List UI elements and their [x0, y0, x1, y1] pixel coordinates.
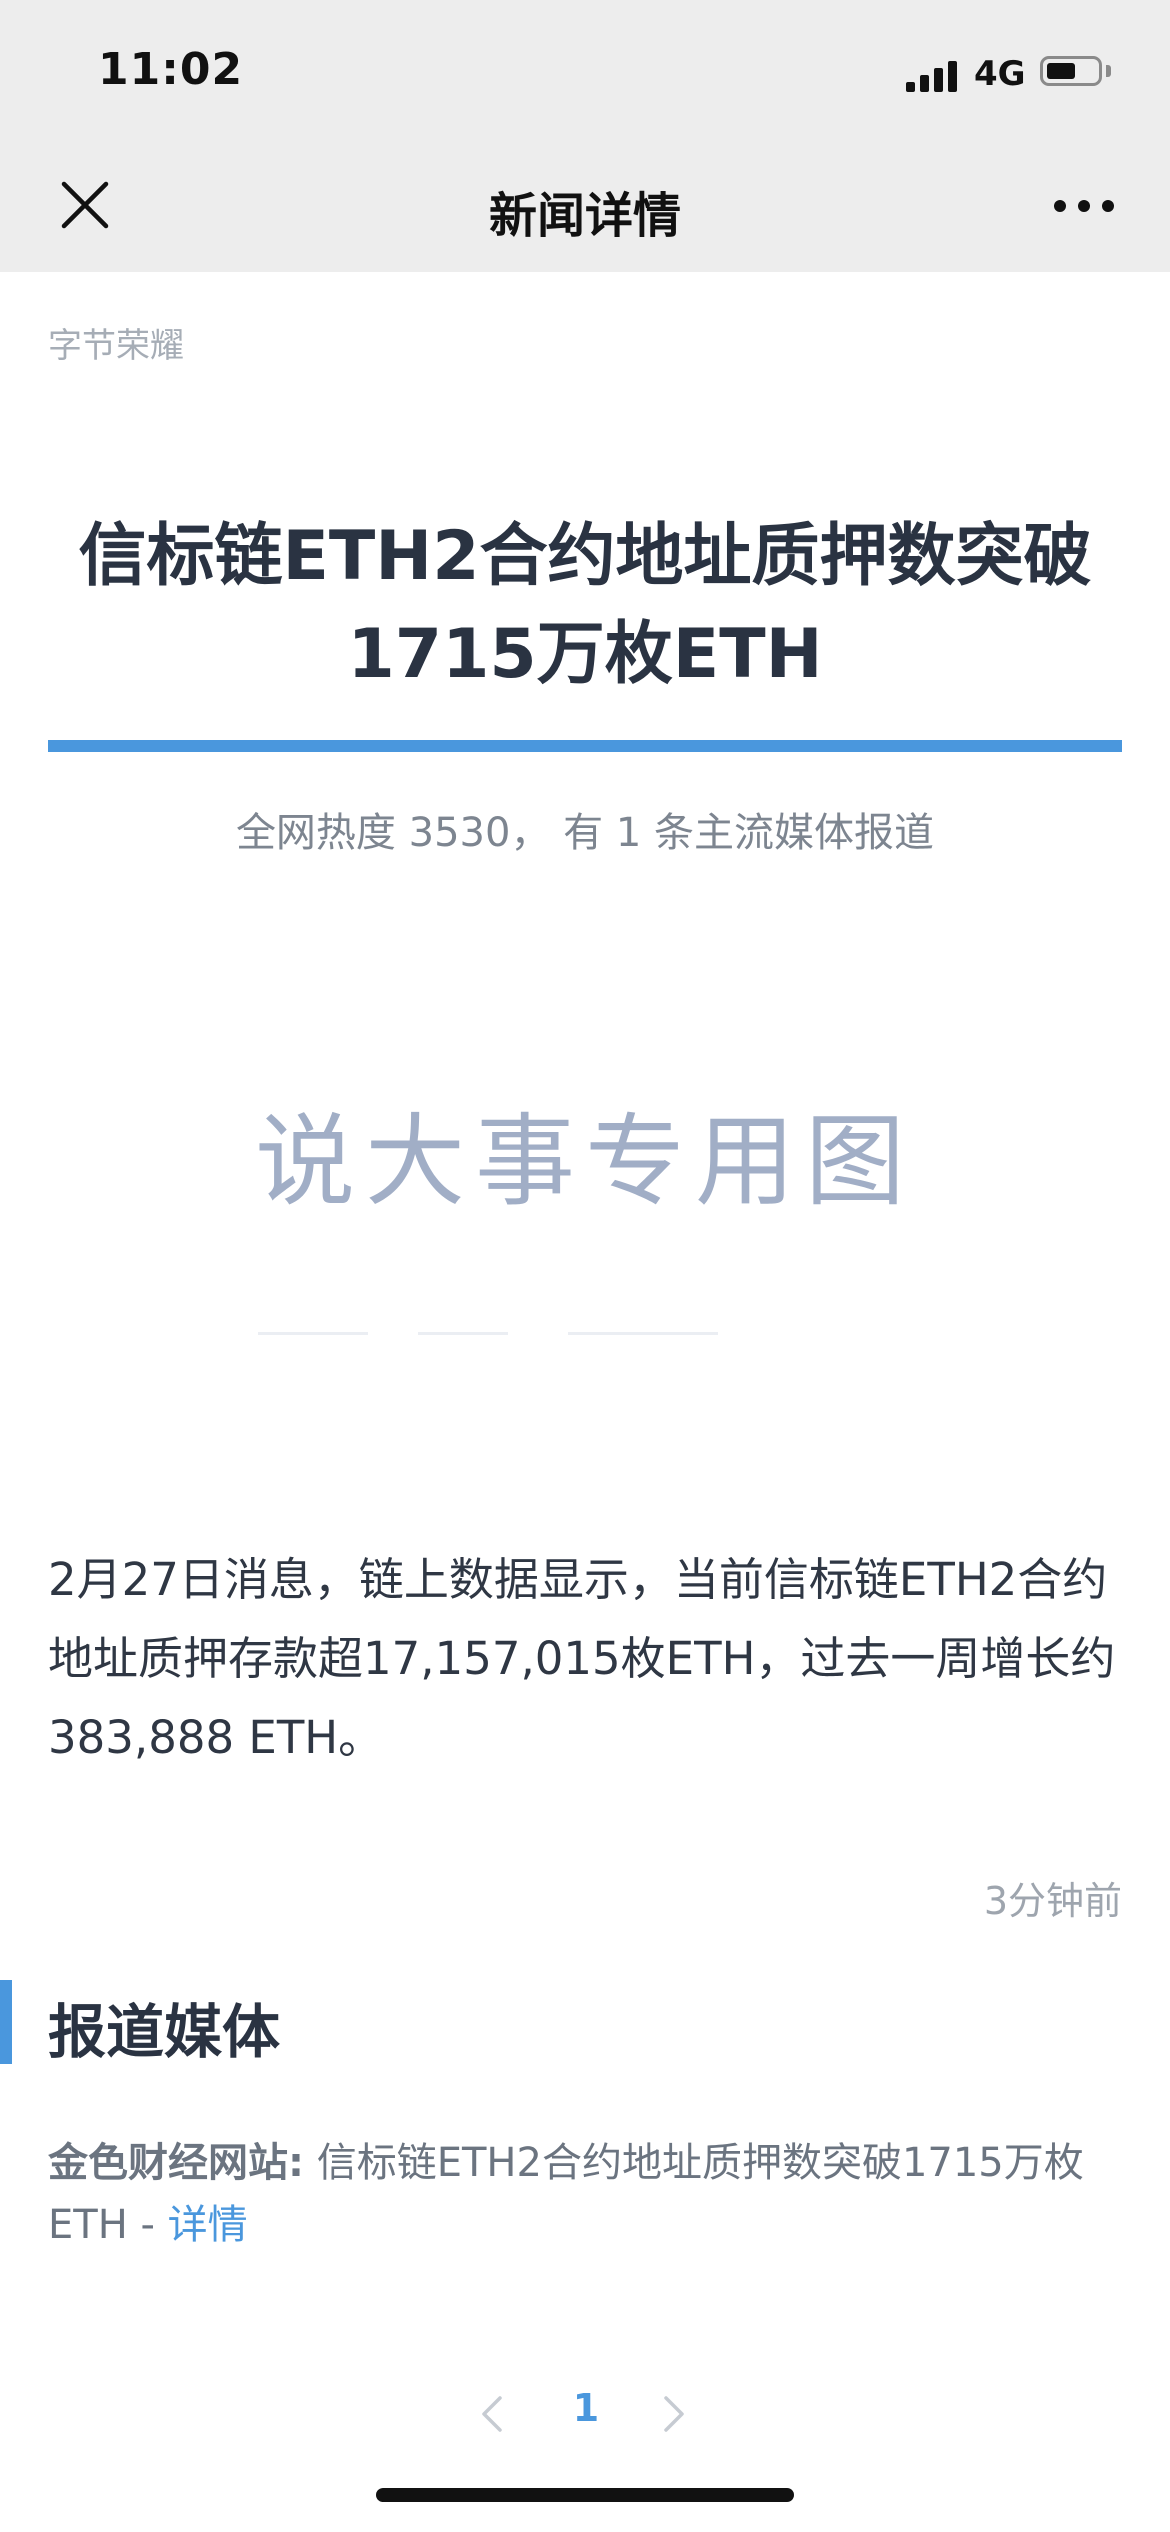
headline-line-1: 信标链ETH2合约地址质押数突破 — [78, 517, 1092, 596]
more-icon[interactable] — [1054, 198, 1114, 214]
battery-cap — [1106, 65, 1111, 77]
headline-line-2: 1715万枚ETH — [347, 615, 823, 694]
detail-link[interactable]: 详情 — [168, 2202, 248, 2248]
page-title: 新闻详情 — [488, 188, 681, 244]
article-body: 2月27日消息，链上数据显示，当前信标链ETH2合约地址质押存款超17,157,… — [48, 1553, 1116, 1764]
network-label: 4G — [974, 54, 1026, 94]
battery-icon — [1040, 56, 1102, 86]
publish-time: 3分钟前 — [983, 1879, 1122, 1923]
heat-text: 全网热度 3530， 有 1 条主流媒体报道 — [235, 810, 935, 856]
article-headline: 信标链ETH2合约地址质押数突破 1715万枚ETH — [40, 508, 1130, 704]
article-image: 说大事专用图 — [255, 1103, 915, 1220]
status-bar: 11:02 4G — [0, 0, 1170, 140]
chevron-left-icon[interactable] — [478, 2392, 506, 2436]
article-source: 字节荣耀 — [48, 326, 184, 366]
signal-icon — [906, 58, 962, 92]
pagination: 1 — [0, 2386, 1170, 2442]
image-decoration — [258, 1332, 738, 1338]
media-name: 金色财经网站: — [48, 2140, 304, 2186]
status-time: 11:02 — [98, 44, 244, 95]
media-section-title: 报道媒体 — [48, 1998, 281, 2066]
chevron-right-icon[interactable] — [660, 2392, 688, 2436]
home-indicator[interactable] — [376, 2488, 794, 2502]
media-list-item: 金色财经网站: 信标链ETH2合约地址质押数突破1715万枚ETH - 详情 — [48, 2132, 1128, 2256]
page-number-current[interactable]: 1 — [566, 2386, 606, 2430]
section-accent-bar — [0, 1980, 12, 2064]
headline-divider — [48, 740, 1122, 752]
